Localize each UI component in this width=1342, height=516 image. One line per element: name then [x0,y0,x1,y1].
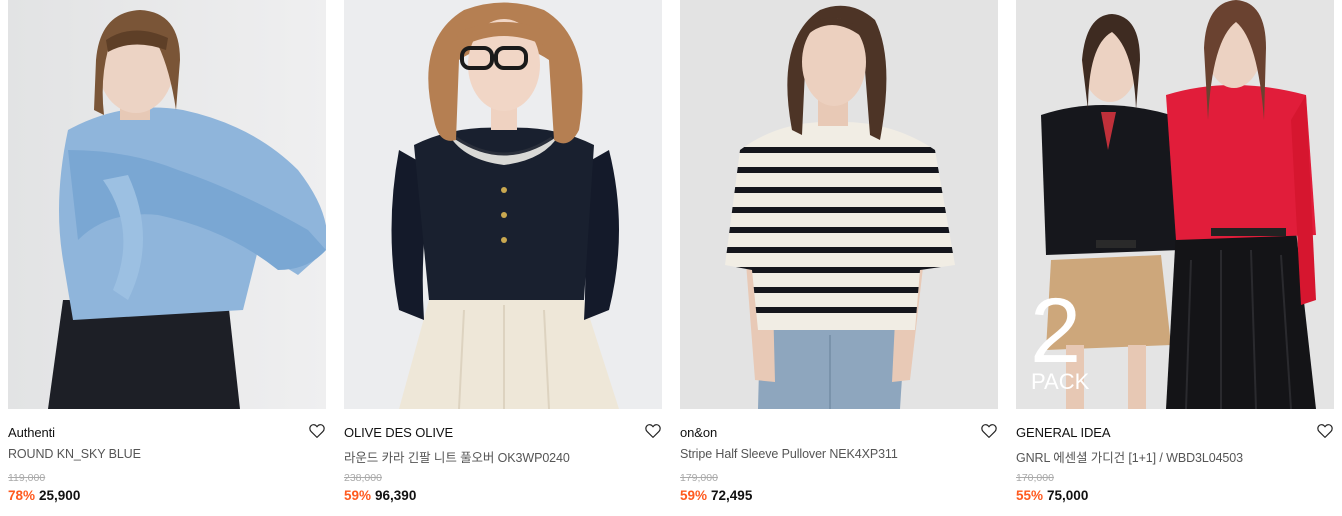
product-name[interactable]: Stripe Half Sleeve Pullover NEK4XP311 [680,447,980,461]
discount-rate: 78% [8,488,36,503]
original-price: 119,000 [8,472,46,484]
product-image[interactable] [680,0,998,409]
product-card[interactable]: Authenti ROUND KN_SKY BLUE 119,000 78% 25… [8,0,326,516]
product-image[interactable] [8,0,326,409]
product-photo-cardigan-2pack: 2 PACK [1016,0,1334,409]
brand-row: OLIVE DES OLIVE [344,422,662,442]
price-row: 59% 72,495 [680,488,752,503]
sale-price: 25,900 [39,488,81,503]
product-card[interactable]: 2 PACK GENERAL IDEA GNRL 에센셜 가디건 [1+1] /… [1016,0,1334,516]
price-row: 55% 75,000 [1016,488,1088,503]
sale-price: 72,495 [711,488,753,503]
brand-row: GENERAL IDEA [1016,422,1334,442]
pack-label-badge: PACK [1031,369,1090,394]
brand-row: on&on [680,422,998,442]
heart-outline-icon[interactable] [980,422,998,440]
brand-name[interactable]: on&on [680,425,717,440]
product-card[interactable]: on&on Stripe Half Sleeve Pullover NEK4XP… [680,0,998,516]
heart-outline-icon[interactable] [1316,422,1334,440]
discount-rate: 59% [680,488,708,503]
product-grid: Authenti ROUND KN_SKY BLUE 119,000 78% 25… [0,0,1342,516]
product-name[interactable]: 라운드 카라 긴팔 니트 풀오버 OK3WP0240 [344,447,644,466]
brand-row: Authenti [8,422,326,442]
discount-rate: 59% [344,488,372,503]
product-photo-collar-knit [344,0,662,409]
brand-name[interactable]: Authenti [8,425,55,440]
original-price: 238,000 [344,472,382,484]
product-photo-sky-blue-knit [8,0,326,409]
pack-count-badge: 2 [1030,280,1081,382]
sale-price: 96,390 [375,488,417,503]
original-price: 170,000 [1016,472,1054,484]
product-photo-stripe-pullover [680,0,998,409]
product-image[interactable] [344,0,662,409]
price-row: 78% 25,900 [8,488,80,503]
heart-outline-icon[interactable] [644,422,662,440]
product-card[interactable]: OLIVE DES OLIVE 라운드 카라 긴팔 니트 풀오버 OK3WP02… [344,0,662,516]
original-price: 179,000 [680,472,718,484]
brand-name[interactable]: GENERAL IDEA [1016,425,1111,440]
product-image[interactable]: 2 PACK [1016,0,1334,409]
product-name[interactable]: GNRL 에센셜 가디건 [1+1] / WBD3L04503 [1016,447,1316,466]
sale-price: 75,000 [1047,488,1089,503]
brand-name[interactable]: OLIVE DES OLIVE [344,425,453,440]
product-name[interactable]: ROUND KN_SKY BLUE [8,447,308,461]
heart-outline-icon[interactable] [308,422,326,440]
discount-rate: 55% [1016,488,1044,503]
price-row: 59% 96,390 [344,488,416,503]
